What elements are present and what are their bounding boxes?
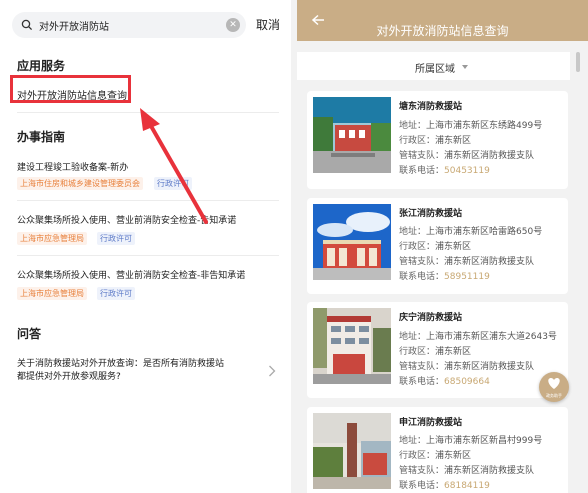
search-input[interactable]	[39, 19, 219, 31]
header-bar: 对外开放消防站信息查询	[297, 0, 588, 41]
caret-down-icon	[462, 65, 468, 69]
screenshot-root: ✕ 取消 应用服务 对外开放消防站信息查询 办事指南 建设工程竣工验收备案-新办…	[0, 0, 588, 493]
station-phone: 联系电话：50453119	[399, 166, 490, 176]
search-icon	[21, 19, 33, 31]
app-item-fire-station-query[interactable]: 对外开放消防站信息查询	[17, 87, 127, 102]
cancel-button[interactable]: 取消	[256, 16, 280, 33]
qa-question-line: 都提供对外开放参观服务?	[17, 372, 121, 382]
region-filter[interactable]: 所属区域	[297, 52, 570, 80]
search-results-pane: ✕ 取消 应用服务 对外开放消防站信息查询 办事指南 建设工程竣工验收备案-新办…	[0, 0, 291, 493]
station-photo	[313, 97, 391, 173]
station-name: 庆宁消防救援站	[399, 313, 463, 323]
guide-item-title[interactable]: 公众聚集场所投入使用、营业前消防安全检查-非告知承诺	[17, 268, 245, 281]
station-query-pane: 对外开放消防站信息查询 所属区域 塘东消防救援站 地址：上海市浦东新区东绣路49…	[297, 0, 588, 493]
station-phone: 联系电话：68509664	[399, 377, 490, 387]
filter-label: 所属区域	[415, 64, 455, 75]
divider	[17, 255, 279, 256]
clear-icon[interactable]: ✕	[226, 18, 240, 32]
chevron-right-icon	[269, 365, 276, 377]
station-address: 地址：上海市浦东新区哈雷路650号	[399, 227, 543, 237]
qa-question-line: 关于消防救援站对外开放查询：是否所有消防救援站	[17, 359, 225, 369]
station-district: 行政区：浦东新区	[399, 451, 472, 461]
search-bar[interactable]: ✕	[12, 12, 246, 38]
station-brigade: 管辖支队：浦东新区消防救援支队	[399, 257, 535, 267]
org-tag: 上海市应急管理局	[17, 287, 87, 300]
station-address: 地址：上海市浦东新区东绣路499号	[399, 121, 543, 131]
assistant-heart-icon	[548, 378, 560, 389]
type-tag: 行政许可	[97, 232, 135, 245]
type-tag: 行政许可	[97, 287, 135, 300]
station-brigade: 管辖支队：浦东新区消防救援支队	[399, 362, 535, 372]
guide-section-title: 办事指南	[17, 130, 66, 144]
divider	[17, 112, 279, 113]
qa-item[interactable]: 关于消防救援站对外开放查询：是否所有消防救援站 都提供对外开放参观服务?	[17, 358, 262, 384]
app-section-title: 应用服务	[17, 59, 66, 73]
guide-item-title[interactable]: 建设工程竣工验收备案-新办	[17, 160, 128, 173]
station-phone: 联系电话：68184119	[399, 481, 490, 491]
station-brigade: 管辖支队：浦东新区消防救援支队	[399, 466, 535, 476]
qa-section-title: 问答	[17, 327, 42, 341]
guide-item-title[interactable]: 公众聚集场所投入使用、营业前消防安全检查-告知承诺	[17, 213, 236, 226]
station-photo	[313, 413, 391, 489]
station-name: 张江消防救援站	[399, 209, 463, 219]
station-name: 申江消防救援站	[399, 418, 463, 428]
station-photo	[313, 204, 391, 280]
org-tag: 上海市住房和城乡建设管理委员会	[17, 177, 143, 190]
assistant-fab[interactable]: 政务助手	[539, 372, 569, 402]
station-district: 行政区：浦东新区	[399, 136, 472, 146]
station-photo	[313, 308, 391, 384]
station-card[interactable]: 庆宁消防救援站 地址：上海市浦东新区浦东大道2643号 行政区：浦东新区 管辖支…	[307, 302, 568, 398]
station-name: 塘东消防救援站	[399, 102, 463, 112]
org-tag: 上海市应急管理局	[17, 232, 87, 245]
station-card[interactable]: 申江消防救援站 地址：上海市浦东新区新昌村999号 行政区：浦东新区 管辖支队：…	[307, 407, 568, 493]
station-card[interactable]: 张江消防救援站 地址：上海市浦东新区哈雷路650号 行政区：浦东新区 管辖支队：…	[307, 198, 568, 294]
station-brigade: 管辖支队：浦东新区消防救援支队	[399, 151, 535, 161]
station-district: 行政区：浦东新区	[399, 347, 472, 357]
station-phone: 联系电话：58951119	[399, 272, 490, 282]
divider	[17, 200, 279, 201]
assistant-label: 政务助手	[546, 393, 562, 398]
station-address: 地址：上海市浦东新区浦东大道2643号	[399, 332, 557, 342]
scrollbar-thumb[interactable]	[576, 52, 580, 72]
type-tag: 行政许可	[154, 177, 192, 190]
page-title: 对外开放消防站信息查询	[376, 24, 509, 38]
station-district: 行政区：浦东新区	[399, 242, 472, 252]
station-address: 地址：上海市浦东新区新昌村999号	[399, 436, 543, 446]
station-card[interactable]: 塘东消防救援站 地址：上海市浦东新区东绣路499号 行政区：浦东新区 管辖支队：…	[307, 91, 568, 189]
